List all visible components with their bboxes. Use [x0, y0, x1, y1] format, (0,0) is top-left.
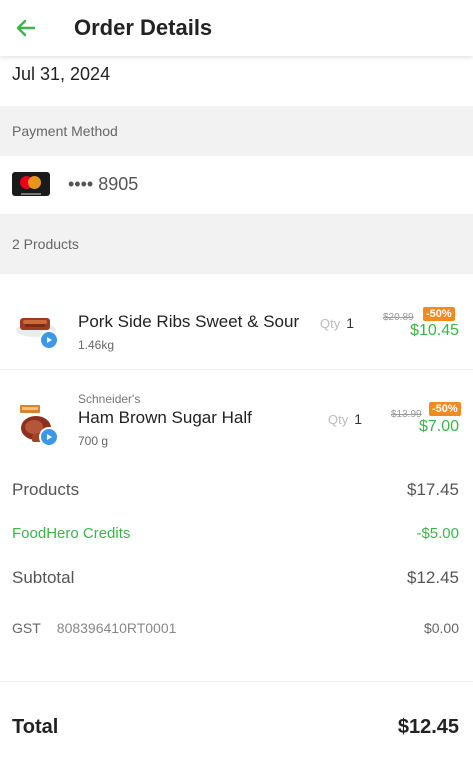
card-dots: •••• [68, 173, 94, 194]
foodhero-badge-icon [39, 427, 59, 447]
summary-credits-value: -$5.00 [416, 525, 459, 542]
product-row[interactable]: Schneider's Ham Brown Sugar Half 700 g Q… [0, 372, 473, 468]
mastercard-icon [12, 172, 50, 196]
card-number: •••• 8905 [68, 174, 138, 195]
summary-total-label: Total [12, 716, 59, 738]
original-price: $13.99 [391, 409, 422, 420]
summary-gst-row: GST 808396410RT0001 $0.00 [12, 620, 459, 636]
summary-total-row: Total $12.45 [12, 716, 459, 739]
summary-subtotal-value: $12.45 [407, 568, 459, 587]
summary-total-value: $12.45 [397, 716, 459, 738]
summary-credits-label: FoodHero Credits [12, 525, 131, 542]
discount-badge: -50% [429, 402, 461, 416]
qty-value: 1 [346, 315, 355, 331]
back-button[interactable] [0, 0, 54, 56]
summary-subtotal-row: Subtotal $12.45 [12, 568, 459, 588]
summary-gst-info: GST 808396410RT0001 [12, 620, 176, 636]
card-last4: 8905 [98, 173, 139, 194]
order-date: Jul 31, 2024 [12, 64, 111, 84]
product-name: Pork Side Ribs Sweet & Sour [78, 312, 300, 331]
summary-products-row: Products $17.45 [12, 480, 459, 500]
original-price: $20.89 [383, 312, 414, 323]
summary-subtotal-label: Subtotal [12, 568, 75, 587]
sale-price: $7.00 [418, 418, 459, 435]
product-weight: 700 g [78, 434, 109, 448]
summary-gst-value: $0.00 [423, 620, 459, 636]
products-count-header: 2 Products [0, 214, 473, 274]
payment-method-row: •••• 8905 [12, 172, 138, 196]
product-weight: 1.46kg [78, 338, 115, 352]
summary-gst-number: 808396410RT0001 [56, 620, 177, 636]
arrow-left-icon [16, 19, 36, 37]
foodhero-badge-icon [39, 330, 59, 350]
app-header: Order Details [0, 0, 473, 56]
payment-method-header: Payment Method [0, 106, 473, 156]
qty-label: Qty [320, 316, 341, 331]
qty-value: 1 [354, 411, 363, 427]
summary-gst-label: GST [12, 620, 41, 636]
summary-credits-row: FoodHero Credits -$5.00 [12, 525, 459, 542]
product-row[interactable]: Pork Side Ribs Sweet & Sour 1.46kg Qty 1 … [0, 274, 473, 370]
summary-products-value: $17.45 [407, 480, 459, 499]
product-quantity: Qty 1 [320, 315, 354, 331]
product-brand: Schneider's [78, 392, 141, 406]
qty-label: Qty [328, 412, 349, 427]
divider [0, 681, 473, 682]
product-quantity: Qty 1 [328, 411, 362, 427]
page-title: Order Details [74, 15, 213, 40]
product-name: Ham Brown Sugar Half [78, 408, 252, 427]
sale-price: $10.45 [410, 322, 459, 339]
summary-products-label: Products [12, 480, 80, 499]
discount-badge: -50% [423, 307, 455, 321]
